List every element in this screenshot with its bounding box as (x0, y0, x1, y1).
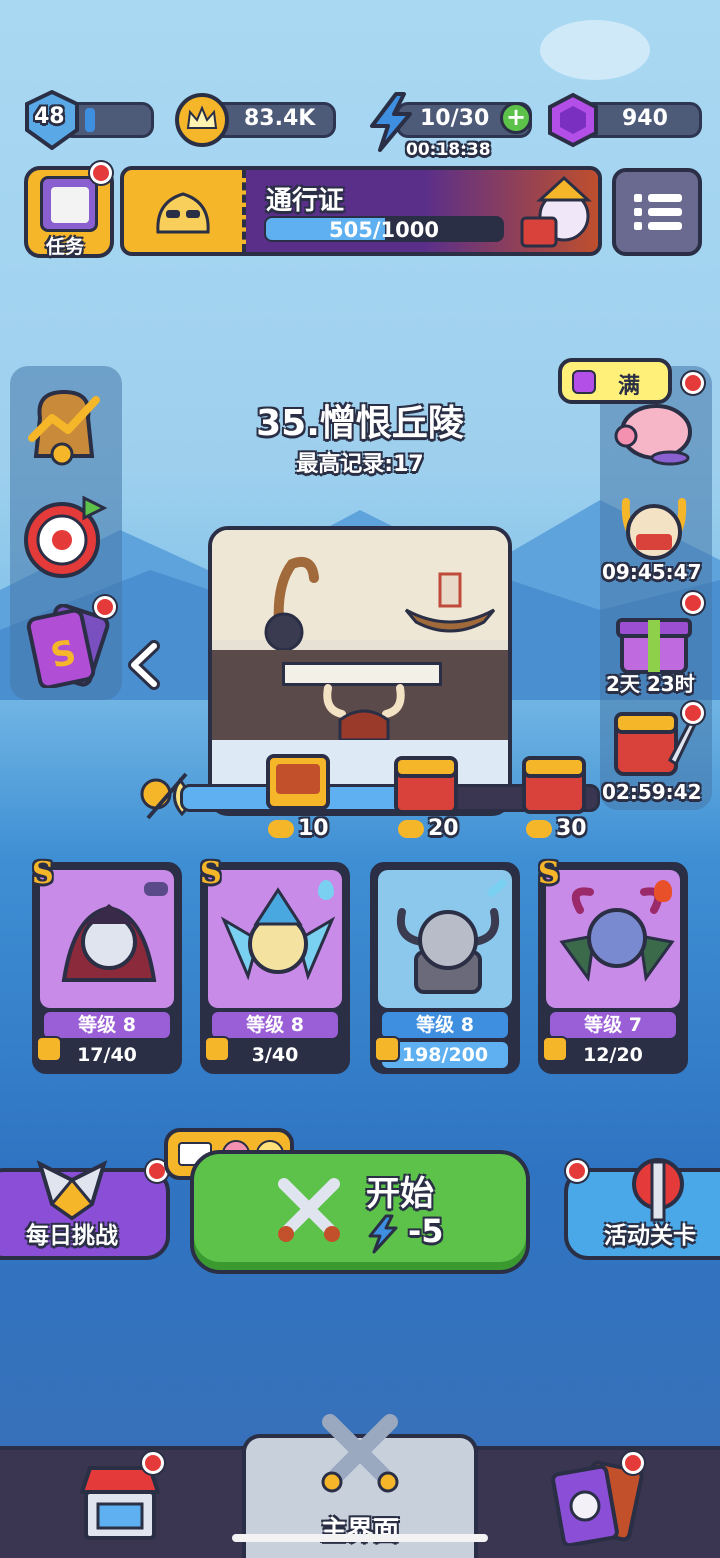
player-level: 48 (34, 104, 65, 129)
puzzle-piece-icon (204, 1036, 230, 1062)
crossed-swords-icon (278, 1178, 340, 1242)
hero-card-art (546, 870, 680, 1008)
puzzle-piece-icon (542, 1036, 568, 1062)
fire-icon (654, 880, 672, 902)
rarity-tag: S (32, 856, 54, 891)
hero-card-art (40, 870, 174, 1008)
hero-card-progress: 198/200 (382, 1042, 508, 1068)
milestone-chest-3[interactable] (520, 756, 588, 816)
pass-title: 通行证 (266, 186, 345, 216)
milestone-label-1: 10 (298, 816, 329, 841)
quest-label: 任务 (46, 236, 85, 258)
chest-notification-dot (682, 702, 704, 724)
bat-icon (144, 882, 168, 896)
piggy-notification-dot (682, 372, 704, 394)
cloud (540, 20, 650, 80)
gift-box-icon[interactable] (614, 604, 694, 674)
milestone-label-3: 30 (556, 816, 587, 841)
gem-icon (548, 92, 598, 148)
boss-timer: 09:45:47 (602, 560, 702, 584)
main-swords-icon (321, 1414, 399, 1493)
smiley-ticket-icon (156, 192, 210, 234)
start-button[interactable]: 开始 -5 (190, 1150, 530, 1274)
cards-notification-dot (622, 1452, 644, 1474)
clipboard-icon (40, 176, 98, 232)
menu-button[interactable] (612, 168, 702, 256)
energy-cost-icon (368, 1214, 398, 1254)
gate-horns-icon (323, 684, 405, 740)
event-stage-label: 活动关卡 (604, 1223, 696, 1249)
hero-card-progress: 12/20 (550, 1042, 676, 1068)
crossed-shield-icon (36, 1160, 108, 1221)
level-progress-fill (85, 108, 95, 132)
gem-amount: 940 (622, 106, 668, 131)
milestone-sunmoon-icon-3 (526, 820, 552, 838)
pass-ticket (124, 170, 246, 252)
viking-ship-icon (264, 556, 319, 655)
stage-title: 35.憎恨丘陵 (256, 403, 464, 444)
horned-warrior-icon (397, 908, 499, 994)
chest-timer: 02:59:42 (602, 780, 702, 804)
horned-boss-icon[interactable] (614, 492, 694, 562)
rarity-tag: S (200, 856, 222, 891)
coin-amount: 83.4K (244, 106, 316, 131)
rarity-tag: S (538, 856, 560, 891)
hero-card-level: 等级 8 (382, 1012, 508, 1038)
daily-challenge-label: 每日挑战 (26, 1223, 118, 1249)
puzzle-piece-icon (36, 1036, 62, 1062)
water-drop-icon (318, 880, 334, 900)
quest-notification-dot (90, 162, 112, 184)
s-card-notification-dot (94, 596, 116, 618)
event-stage-notification-dot (566, 1160, 588, 1182)
hero-card-level: 等级 7 (550, 1012, 676, 1038)
helmet-sword-icon (632, 1158, 684, 1222)
collapse-left-icon[interactable] (126, 640, 162, 690)
hero-card-level: 等级 8 (44, 1012, 170, 1038)
gem-small-icon (572, 370, 596, 394)
pass-progress-bar: 505/1000 (264, 216, 504, 242)
hero-portrait-icon (520, 175, 592, 248)
nav-shop[interactable] (0, 1450, 240, 1558)
hero-card-progress: 3/40 (212, 1042, 338, 1068)
vampire-hero-icon (61, 904, 157, 982)
milestone-label-2: 20 (428, 816, 459, 841)
hero-card-art (378, 870, 512, 1008)
stage-preview[interactable] (208, 526, 512, 816)
milestone-chest-2[interactable] (392, 756, 460, 816)
home-indicator (232, 1534, 488, 1542)
daily-challenge-button[interactable]: 每日挑战 (0, 1160, 170, 1260)
crown-coin-icon (175, 93, 229, 147)
battle-pass-banner[interactable]: 通行证 505/1000 (120, 166, 602, 256)
event-stage-button[interactable]: 活动关卡 (564, 1158, 720, 1260)
milestone-sunmoon-icon-1 (268, 820, 294, 838)
target-clock-icon[interactable] (22, 494, 108, 580)
hero-card-progress: 17/40 (44, 1042, 170, 1068)
energy-add-button[interactable]: + (500, 102, 532, 134)
milestone-chest-1[interactable] (264, 750, 332, 814)
milestone-sunmoon-icon-2 (398, 820, 424, 838)
hero-card-art (208, 870, 342, 1008)
longship-icon (404, 572, 496, 633)
start-label: 开始 (366, 1174, 434, 1214)
energy-timer: 00:18:38 (406, 140, 491, 160)
stage-best-record: 最高记录:17 (296, 452, 424, 477)
hero-card-level: 等级 8 (212, 1012, 338, 1038)
gift-timer: 2天 23时 (606, 672, 695, 696)
start-energy-cost: -5 (408, 1212, 444, 1250)
list-menu-icon (634, 194, 682, 230)
pass-progress-text: 505/1000 (329, 218, 439, 242)
nav-cards[interactable] (480, 1450, 720, 1558)
energy-amount: 10/30 (420, 106, 490, 131)
shop-notification-dot (142, 1452, 164, 1474)
puzzle-piece-icon (374, 1036, 400, 1062)
